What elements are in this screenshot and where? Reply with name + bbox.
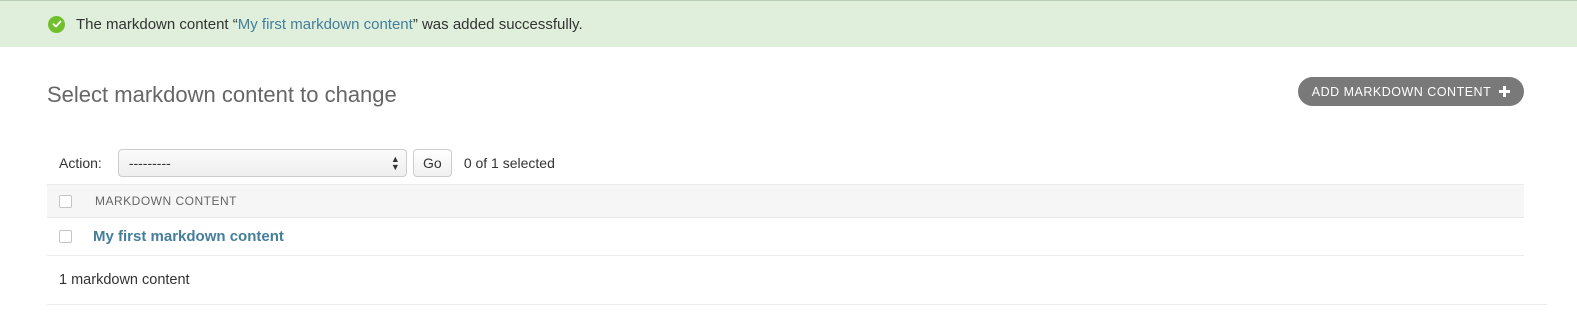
page-title: Select markdown content to change — [47, 82, 397, 107]
action-select-value: --------- — [128, 154, 171, 171]
add-button-label: ADD MARKDOWN CONTENT — [1311, 84, 1492, 99]
table-row: My first markdown content — [47, 218, 1524, 256]
paginator: 1 markdown content — [47, 256, 1547, 305]
row-checkbox[interactable] — [59, 230, 72, 243]
results-table: MARKDOWN CONTENT My first markdown conte… — [47, 184, 1524, 256]
message-suffix: ” was added successfully. — [412, 15, 583, 33]
check-circle-icon — [48, 15, 65, 33]
column-header-markdown-content[interactable]: MARKDOWN CONTENT — [93, 194, 237, 208]
action-select[interactable]: --------- ▲ ▼ — [117, 148, 407, 177]
selected-count: 0 of 1 selected — [463, 154, 555, 171]
message-object-link[interactable]: My first markdown content — [238, 16, 413, 33]
select-arrows-icon: ▲ ▼ — [390, 153, 400, 172]
actions-bar: Action: --------- ▲ ▼ Go 0 of 1 selected — [47, 141, 1524, 184]
message-prefix: The markdown content “ — [76, 15, 238, 33]
select-all-checkbox[interactable] — [59, 194, 72, 208]
select-all-cell — [47, 194, 93, 208]
row-select-cell — [47, 230, 93, 243]
success-message: The markdown content “My first markdown … — [0, 0, 1577, 47]
action-label: Action: — [59, 154, 102, 171]
go-button[interactable]: Go — [412, 148, 452, 177]
plus-icon — [1499, 86, 1511, 97]
row-title-link[interactable]: My first markdown content — [93, 228, 284, 245]
add-markdown-content-button[interactable]: ADD MARKDOWN CONTENT — [1298, 77, 1524, 106]
table-header: MARKDOWN CONTENT — [47, 184, 1524, 218]
